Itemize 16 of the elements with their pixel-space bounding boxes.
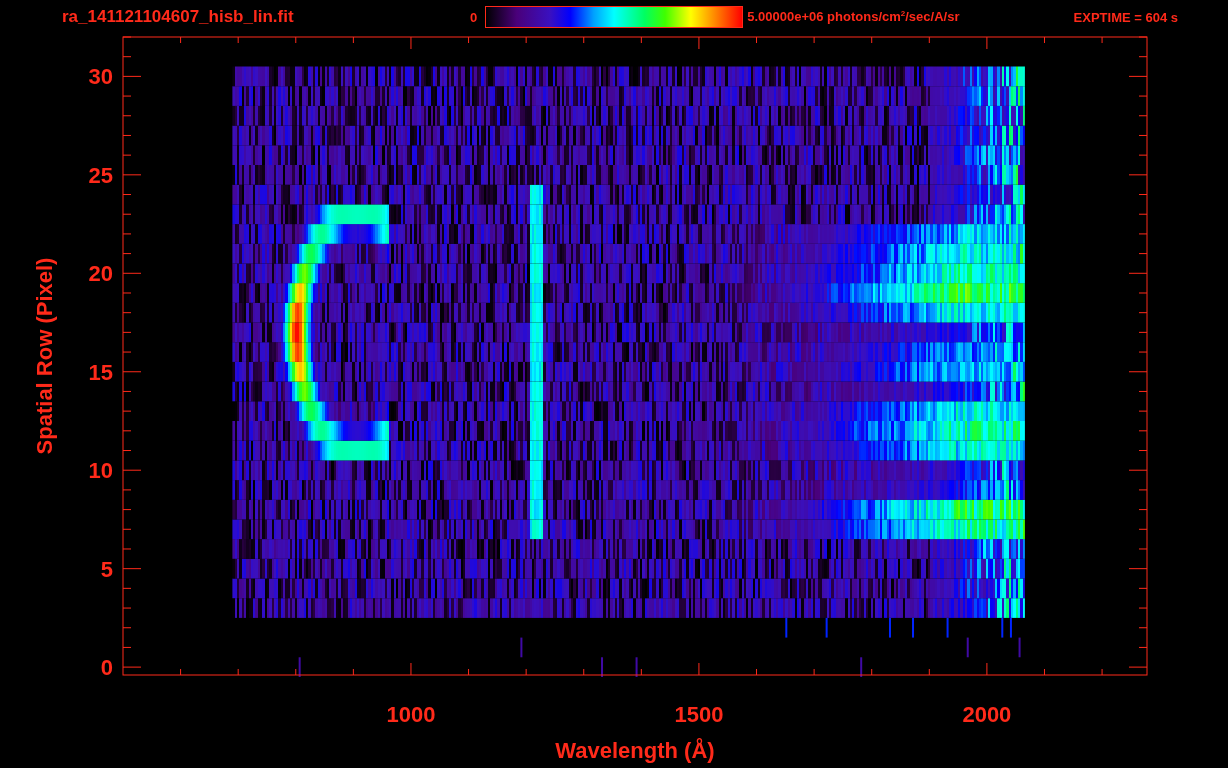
y-tick-label: 0 [100,655,113,681]
y-tick-label: 20 [88,261,113,287]
y-tick-label: 30 [88,64,113,90]
exposure-time: EXPTIME = 604 s [1073,9,1178,25]
x-tick-label: 2000 [962,702,1012,727]
x-axis-label: Wavelength (Å) [555,738,715,763]
file-name: ra_141121104607_hisb_lin.fit [62,7,295,27]
x-tick-label: 1500 [674,702,724,727]
colorbar-max-label: 5.00000e+06 photons/cm$^{2}$/sec/A/sr [747,9,960,25]
y-tick-label: 5 [100,556,113,582]
colorbar-min-label: 0 [470,9,478,25]
x-tick-label: 1000 [386,702,436,727]
y-tick-label: 25 [88,162,113,188]
y-tick-label: 15 [88,359,113,385]
y-axis-label: Spatial Row (Pixel) [32,257,57,455]
y-tick-label: 10 [88,458,113,484]
